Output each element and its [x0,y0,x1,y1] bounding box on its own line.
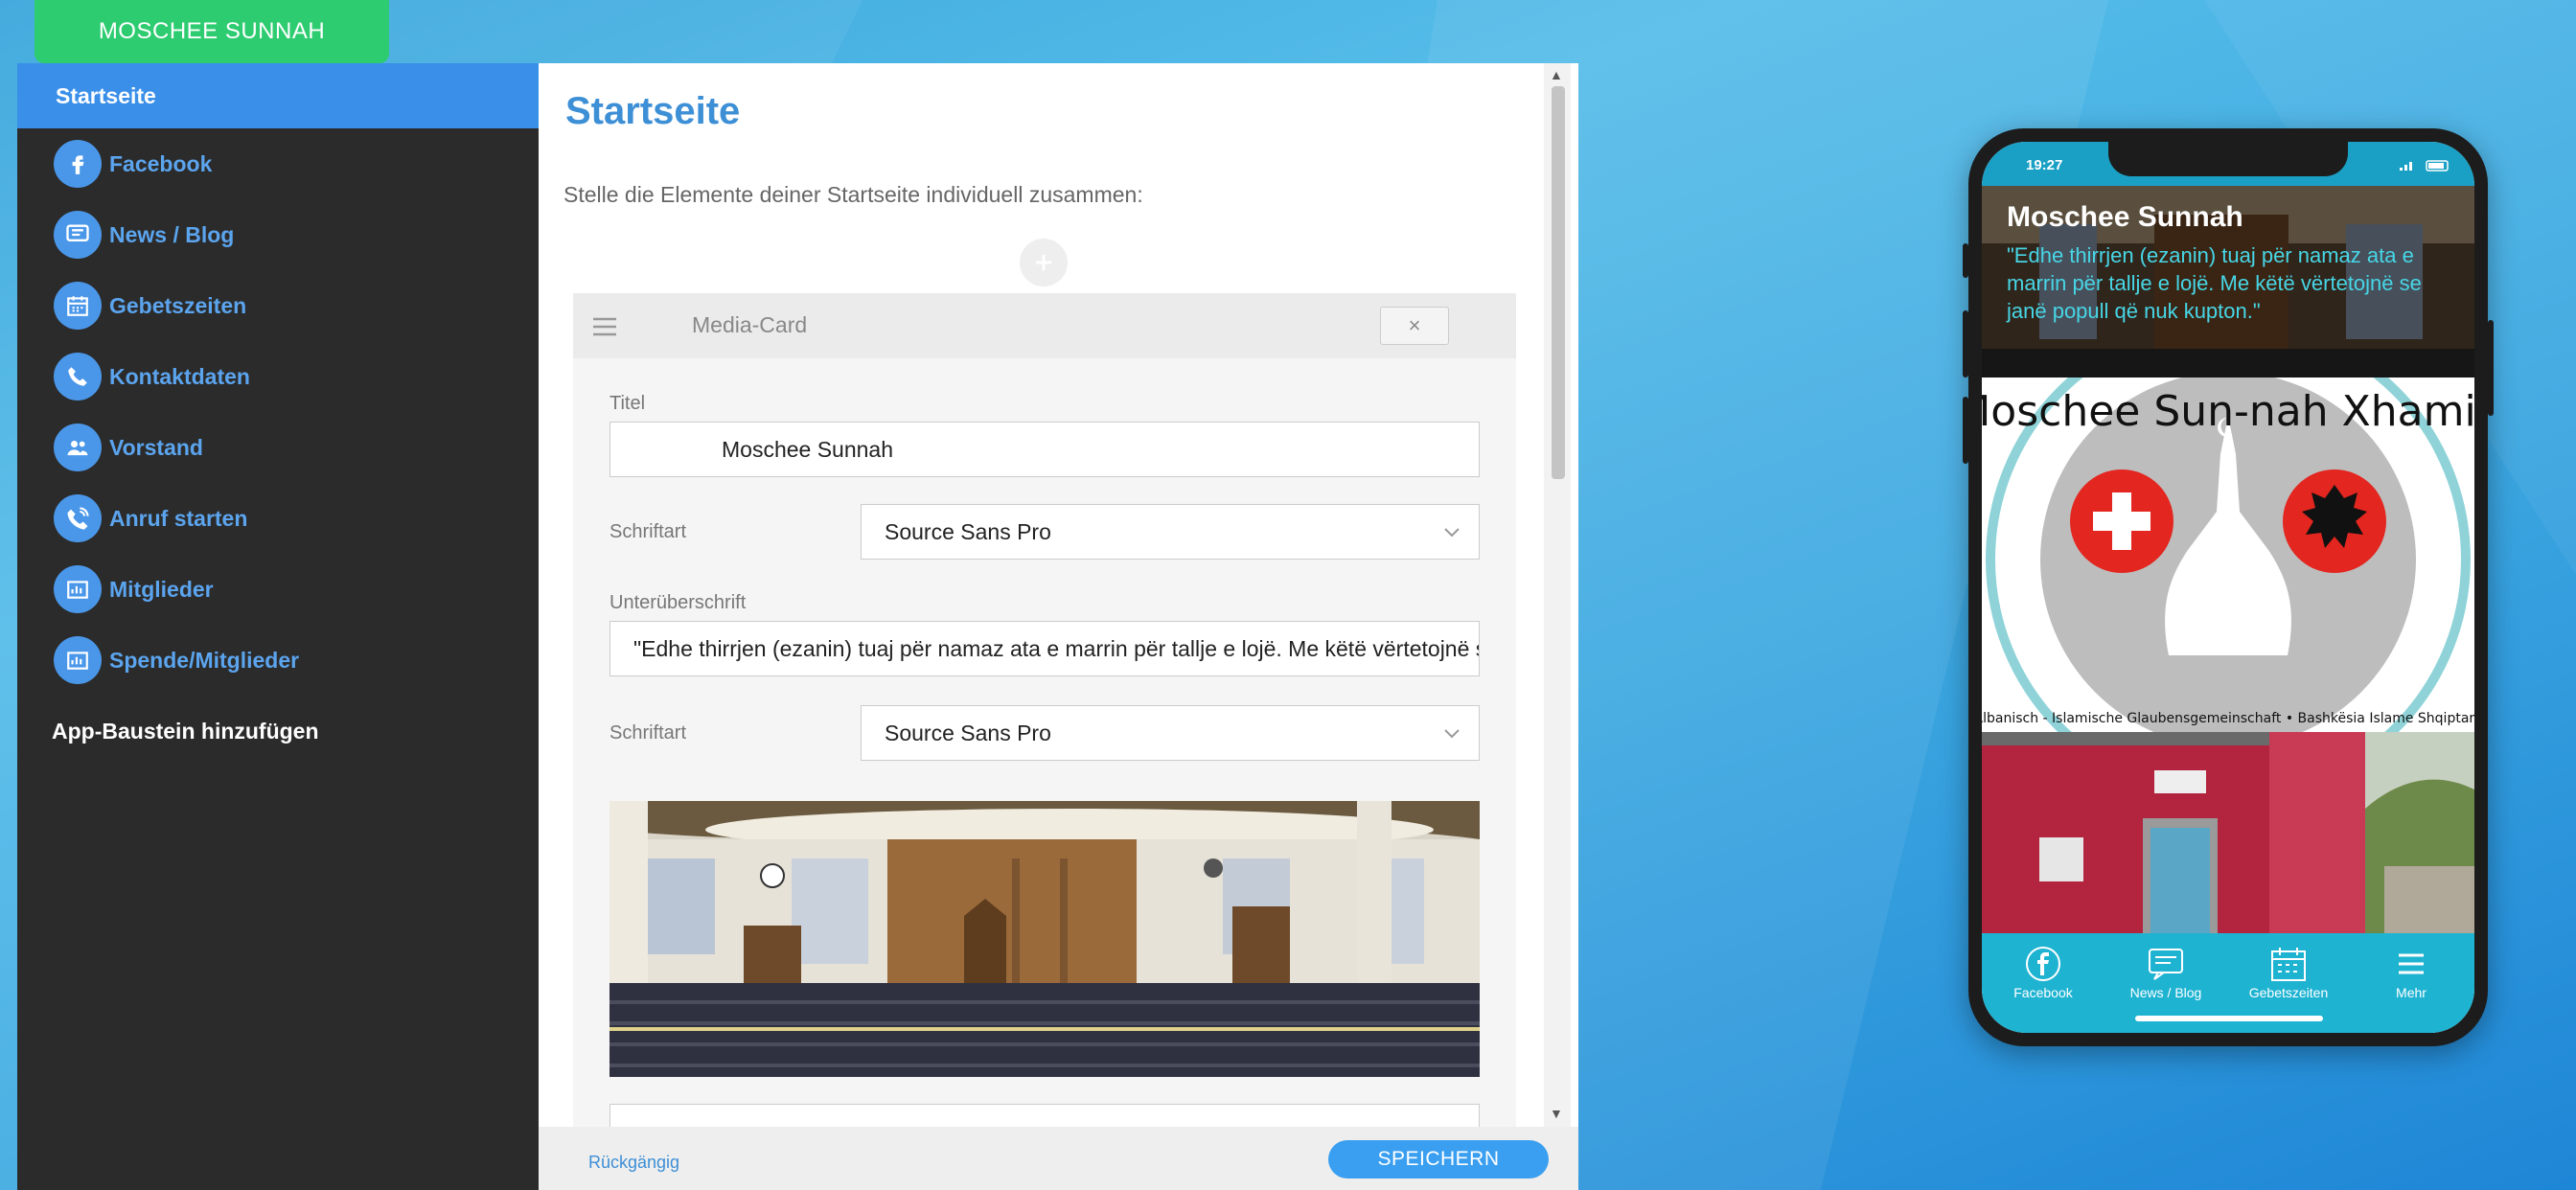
sidebar-item-news-blog[interactable]: News / Blog [17,199,539,270]
title-font-value: Source Sans Pro [885,518,1051,544]
phone-preview: 19:27 Moschee Sunnah "Edhe thirrjen (eza… [1963,128,2494,1046]
phone-tab-facebook[interactable]: Facebook [1982,943,2104,1000]
phone-call-icon [54,494,102,542]
signal-battery-icon [2400,160,2449,172]
media-image[interactable] [610,801,1480,1077]
members-icon [54,565,102,613]
sidebar-item-label: Gebetszeiten [109,292,247,318]
phone-tab-mehr[interactable]: Mehr [2350,943,2472,1000]
sidebar-item-anruf-starten[interactable]: Anruf starten [17,483,539,554]
chat-icon [2149,949,2183,980]
sidebar-item-label: Anruf starten [109,505,248,531]
plus-icon [1036,255,1051,270]
card-header: Media-Card × [573,293,1516,358]
logo-subtitle-text: Albanisch - Islamische Glaubensgemeinsch… [1982,711,2474,726]
page-instructions: Stelle die Elemente deiner Startseite in… [564,182,1143,207]
sidebar-item-spende-mitglieder[interactable]: Spende/Mitglieder [17,625,539,696]
phone-tab-label: News / Blog [2129,985,2202,1000]
facebook-icon [2026,947,2060,981]
app-title-tab[interactable]: MOSCHEE SUNNAH [34,0,389,63]
sidebar-item-mitglieder[interactable]: Mitglieder [17,554,539,625]
editor-footer: Rückgängig SPEICHERN [539,1127,1578,1190]
mosque-logo: Moschee Sun-nah Xhamia Albanisch - Islam… [1982,317,2474,802]
scroll-up-icon[interactable]: ▲ [1550,67,1563,82]
save-button[interactable]: SPEICHERN [1328,1140,1549,1179]
phone-side-button [1963,243,1968,278]
font-label: Schriftart [610,521,687,542]
add-element-button[interactable] [1020,239,1068,286]
card-remove-button[interactable]: × [1380,307,1449,345]
mosque-logo-image: Moschee Sun-nah Xhamia Albanisch - Islam… [1982,317,2474,802]
phone-icon [54,353,102,400]
sidebar-item-facebook[interactable]: Facebook [17,128,539,199]
subtitle-field[interactable]: "Edhe thirrjen (ezanin) tuaj për namaz a… [610,621,1480,676]
add-module-button[interactable]: App-Baustein hinzufügen [17,696,539,767]
subtitle-label: Unterüberschrift [610,592,747,613]
title-field[interactable]: Moschee Sunnah [610,422,1480,477]
next-field-partial[interactable] [610,1104,1480,1127]
sidebar-item-startseite[interactable]: Startseite [17,63,539,128]
subtitle-font-value: Source Sans Pro [885,720,1051,745]
sidebar: Startseite Facebook News / Blog Gebetsze… [17,63,539,1190]
editor-panel: Startseite Stelle die Elemente deiner St… [539,63,1578,1127]
donate-icon [54,636,102,684]
phone-screen: 19:27 Moschee Sunnah "Edhe thirrjen (eza… [1982,142,2474,1033]
sidebar-item-label: Mitglieder [109,576,214,602]
chat-icon [54,211,102,259]
sidebar-item-vorstand[interactable]: Vorstand [17,412,539,483]
sidebar-item-label: News / Blog [109,221,235,247]
phone-tab-label: Facebook [2013,985,2073,1000]
drag-handle-icon[interactable] [592,316,617,337]
media-card-preview[interactable]: Moschee Sunnah "Edhe thirrjen (ezanin) t… [1982,186,2474,378]
sidebar-item-kontaktdaten[interactable]: Kontaktdaten [17,341,539,412]
title-font-select[interactable]: Source Sans Pro [861,504,1480,560]
chevron-down-icon [1444,729,1460,739]
hero-title: Moschee Sunnah [2007,201,2243,233]
menu-icon [2399,953,2424,974]
add-module-label: App-Baustein hinzufügen [52,718,319,744]
hero-subtitle: "Edhe thirrjen (ezanin) tuaj për namaz a… [2007,243,2422,323]
calendar-icon [54,282,102,330]
phone-side-button [1963,310,1968,378]
undo-link[interactable]: Rückgängig [588,1153,679,1173]
card-type-label: Media-Card [692,312,808,337]
font-label: Schriftart [610,722,687,744]
logo-title-text: Moschee Sun-nah Xhamia [1982,387,2474,436]
media-card-editor: Media-Card × Titel Moschee Sunnah Schrif… [573,293,1516,1127]
home-indicator [2135,1016,2323,1021]
phone-tab-label: Mehr [2396,985,2426,1000]
sidebar-item-label: Vorstand [109,434,203,460]
title-label: Titel [610,393,646,414]
phone-notch [2108,142,2348,176]
phone-tab-bar: Facebook News / Blog Gebetszeiten Mehr [1982,933,2474,1033]
building-photo [1982,732,2474,933]
building-image [1982,732,2474,933]
sidebar-item-label: Kontaktdaten [109,363,250,389]
facebook-icon [54,140,102,188]
scroll-down-icon[interactable]: ▼ [1550,1106,1563,1121]
sidebar-item-label: Startseite [56,82,156,108]
phone-side-button [2488,320,2494,416]
status-time: 19:27 [2026,157,2063,173]
page-title: Startseite [565,90,741,132]
sidebar-item-label: Spende/Mitglieder [109,647,300,673]
phone-tab-gebetszeiten[interactable]: Gebetszeiten [2227,943,2350,1000]
phone-tab-label: Gebetszeiten [2248,985,2329,1000]
sidebar-item-label: Facebook [109,150,213,176]
mosque-interior-image [610,801,1480,1077]
phone-side-button [1963,397,1968,464]
users-icon [54,423,102,471]
chevron-down-icon [1444,528,1460,538]
phone-tab-news-blog[interactable]: News / Blog [2104,943,2227,1000]
calendar-icon [2271,948,2306,981]
sidebar-item-gebetszeiten[interactable]: Gebetszeiten [17,270,539,341]
scrollbar-thumb[interactable] [1552,86,1565,479]
subtitle-font-select[interactable]: Source Sans Pro [861,705,1480,761]
